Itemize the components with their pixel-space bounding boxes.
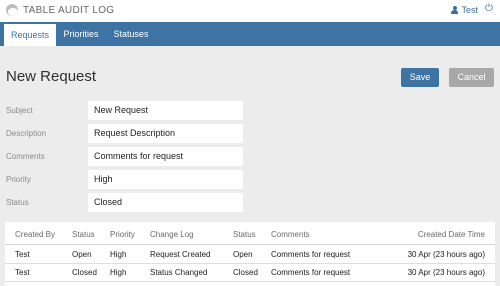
- cell-priority: High: [110, 268, 127, 277]
- row-divider: [5, 263, 495, 264]
- save-button[interactable]: Save: [401, 68, 439, 87]
- cell-created-date-time: 30 Apr (23 hours ago): [407, 250, 485, 259]
- user-name[interactable]: Test: [461, 5, 478, 15]
- cell-created-by: Test: [15, 268, 30, 277]
- power-icon[interactable]: ⏻: [484, 4, 494, 14]
- cell-status: Closed: [72, 268, 97, 277]
- status-field[interactable]: Closed: [88, 193, 243, 212]
- form-row-status: Status Closed: [0, 193, 500, 213]
- form-row-description: Description Request Description: [0, 124, 500, 144]
- app-logo-icon: [6, 4, 18, 16]
- header-priority[interactable]: Priority: [110, 230, 135, 239]
- row-divider: [5, 281, 495, 282]
- form-row-subject: Subject New Request: [0, 101, 500, 121]
- priority-field[interactable]: High: [88, 170, 243, 189]
- cell-comments: Comments for request: [271, 268, 351, 277]
- cell-priority: High: [110, 250, 127, 259]
- cell-created-by: Test: [15, 250, 30, 259]
- subject-field[interactable]: New Request: [88, 101, 243, 120]
- cell-status-new: Open: [233, 250, 253, 259]
- cell-change-log: Request Created: [150, 250, 211, 259]
- tab-priorities[interactable]: Priorities: [58, 22, 104, 46]
- page-title: New Request: [6, 68, 97, 85]
- header-status[interactable]: Status: [72, 230, 95, 239]
- form-row-comments: Comments Comments for request: [0, 147, 500, 167]
- cell-change-log: Status Changed: [150, 268, 208, 277]
- header-created-date-time[interactable]: Created Date Time: [418, 230, 485, 239]
- cell-created-date-time: 30 Apr (23 hours ago): [407, 268, 485, 277]
- form-row-priority: Priority High: [0, 170, 500, 190]
- comments-field[interactable]: Comments for request: [88, 147, 243, 166]
- header-status-new[interactable]: Status: [233, 230, 256, 239]
- header-comments[interactable]: Comments: [271, 230, 310, 239]
- app-title: TABLE AUDIT LOG: [23, 4, 115, 16]
- cell-status-new: Closed: [233, 268, 258, 277]
- audit-log-table: Created By Status Priority Change Log St…: [5, 222, 495, 286]
- cell-status: Open: [72, 250, 92, 259]
- subject-label: Subject: [6, 106, 33, 115]
- brand: TABLE AUDIT LOG: [6, 4, 114, 16]
- tab-statuses[interactable]: Statuses: [108, 22, 154, 46]
- status-label: Status: [6, 198, 29, 207]
- header-divider: [5, 244, 495, 245]
- description-label: Description: [6, 129, 47, 138]
- user-menu[interactable]: Test: [451, 5, 478, 15]
- top-bar: TABLE AUDIT LOG Test ⏻: [0, 0, 500, 22]
- cell-comments: Comments for request: [271, 250, 351, 259]
- user-icon: [451, 6, 459, 14]
- header-change-log[interactable]: Change Log: [150, 230, 194, 239]
- comments-label: Comments: [6, 152, 45, 161]
- description-field[interactable]: Request Description: [88, 124, 243, 143]
- nav-bar: Requests Priorities Statuses: [0, 22, 500, 46]
- header-created-by[interactable]: Created By: [15, 230, 55, 239]
- cancel-button[interactable]: Cancel: [449, 68, 494, 87]
- tab-requests[interactable]: Requests: [4, 24, 56, 46]
- priority-label: Priority: [6, 175, 31, 184]
